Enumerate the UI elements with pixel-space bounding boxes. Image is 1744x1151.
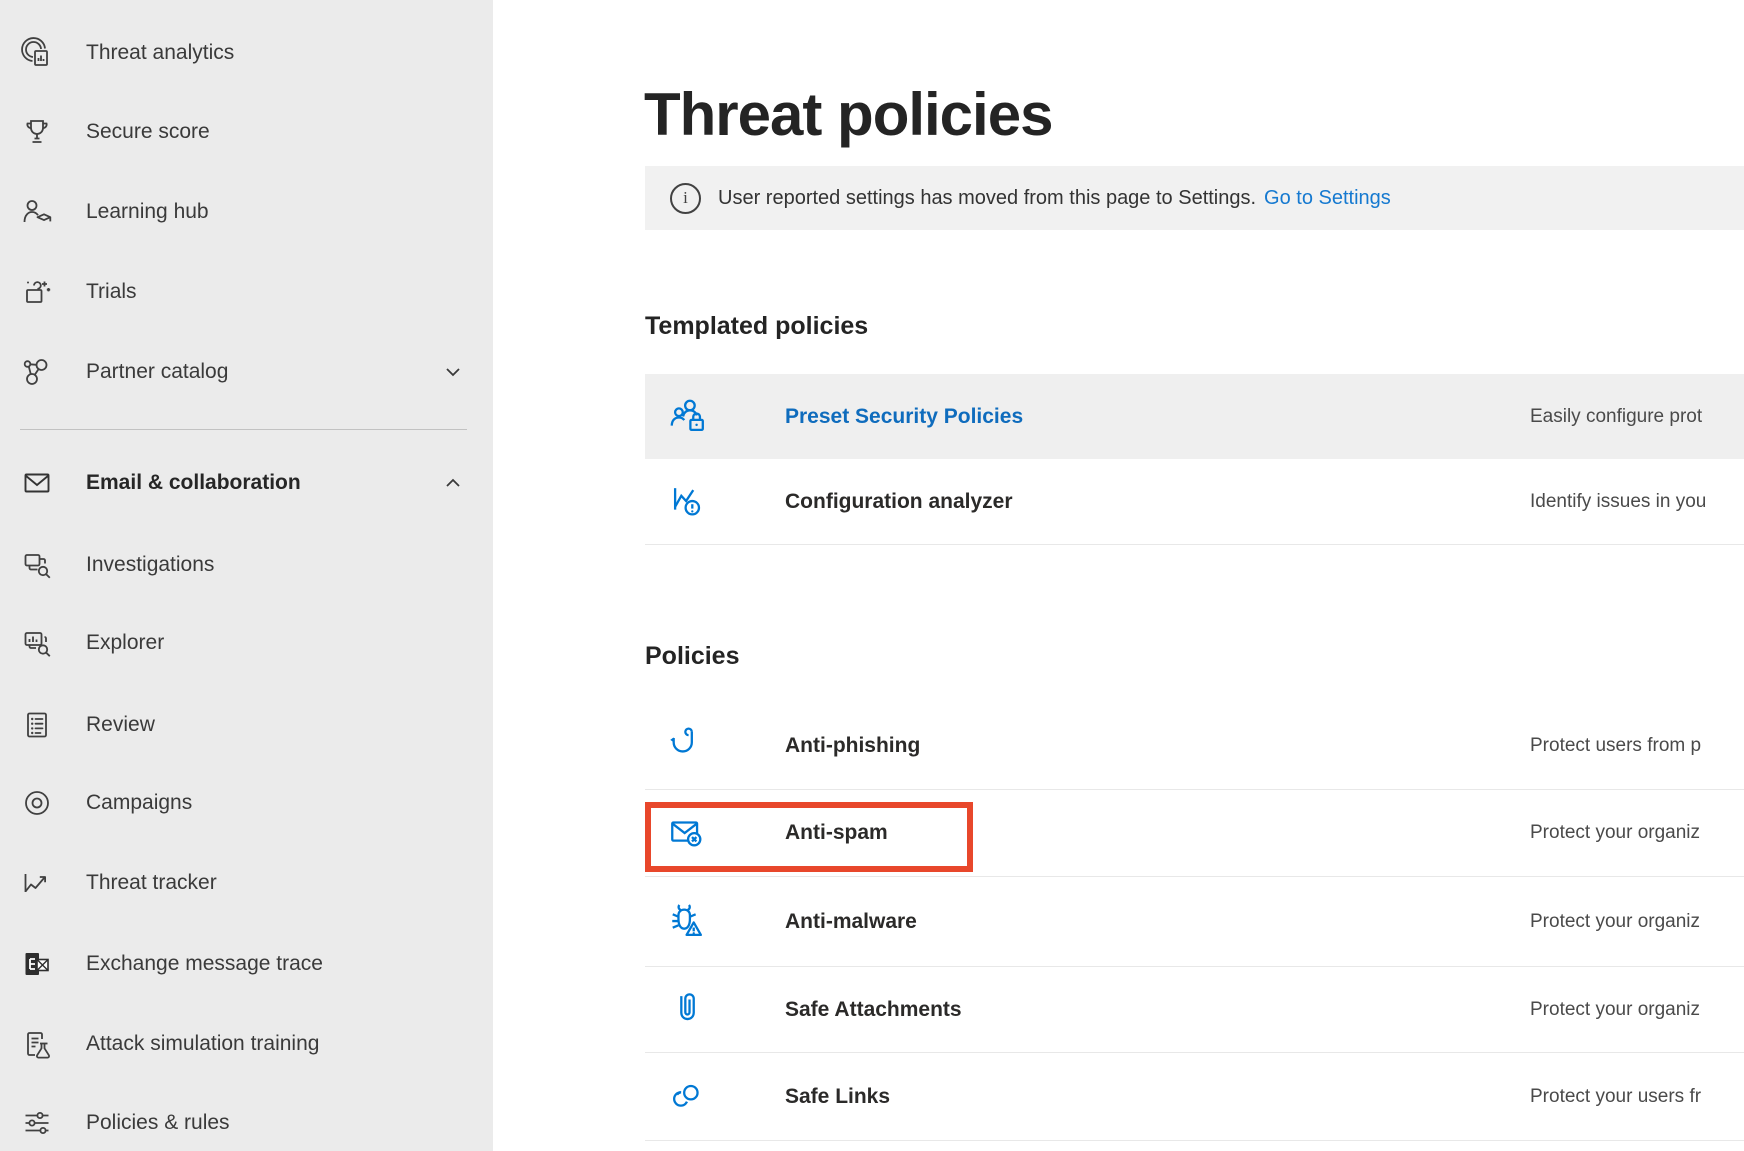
sidebar-item-policies-rules[interactable]: Policies & rules: [0, 1083, 493, 1151]
anti-spam-icon: [667, 812, 709, 854]
threat-policies-page: Threat analytics Secure score: [0, 0, 1744, 1151]
row-description: Identify issues in you: [1530, 491, 1706, 513]
sidebar-item-attack-simulation-training[interactable]: Attack simulation training: [0, 1004, 493, 1084]
sidebar-item-label: Partner catalog: [86, 360, 228, 384]
row-configuration-analyzer[interactable]: Configuration analyzer Identify issues i…: [645, 459, 1744, 545]
sidebar-item-label: Investigations: [86, 553, 214, 577]
sidebar-item-email-collaboration[interactable]: Email & collaboration: [0, 443, 493, 523]
row-safe-attachments[interactable]: Safe Attachments Protect your organiz: [645, 967, 1744, 1053]
attack-simulation-training-icon: [20, 1027, 54, 1061]
campaigns-icon: [20, 786, 54, 820]
main-content: Threat policies i User reported settings…: [493, 0, 1744, 1151]
sidebar-item-label: Learning hub: [86, 200, 209, 224]
sidebar-item-label: Threat tracker: [86, 871, 217, 895]
preset-security-policies-icon: [667, 396, 709, 438]
sidebar-item-investigations[interactable]: Investigations: [0, 525, 493, 605]
safe-attachments-icon: [667, 989, 709, 1031]
sidebar-item-label: Review: [86, 713, 155, 737]
row-label[interactable]: Anti-malware: [785, 910, 917, 934]
row-description: Protect users from p: [1530, 735, 1701, 757]
threat-tracker-icon: [20, 866, 54, 900]
sidebar-item-label: Trials: [86, 280, 137, 304]
sidebar-item-partner-catalog[interactable]: Partner catalog: [0, 332, 493, 412]
sidebar-item-label: Policies & rules: [86, 1111, 230, 1135]
row-label[interactable]: Safe Links: [785, 1085, 890, 1109]
section-heading-templated-policies: Templated policies: [645, 312, 868, 341]
page-title: Threat policies: [644, 80, 1052, 149]
sidebar-item-threat-tracker[interactable]: Threat tracker: [0, 843, 493, 923]
row-label[interactable]: Anti-spam: [785, 821, 888, 845]
row-label[interactable]: Configuration analyzer: [785, 490, 1013, 514]
row-description: Protect your users fr: [1530, 1086, 1701, 1108]
explorer-icon: [20, 626, 54, 660]
row-description: Protect your organiz: [1530, 911, 1700, 933]
secure-score-icon: [20, 115, 54, 149]
sidebar-item-learning-hub[interactable]: Learning hub: [0, 172, 493, 252]
sidebar-item-threat-analytics[interactable]: Threat analytics: [0, 13, 493, 93]
row-anti-phishing[interactable]: Anti-phishing Protect users from p: [645, 702, 1744, 790]
chevron-up-icon[interactable]: [443, 473, 463, 493]
row-preset-security-policies[interactable]: Preset Security Policies Easily configur…: [645, 374, 1744, 459]
row-description: Protect your organiz: [1530, 822, 1700, 844]
row-safe-links[interactable]: Safe Links Protect your users fr: [645, 1053, 1744, 1141]
anti-malware-icon: [667, 901, 709, 943]
sidebar-item-label: Explorer: [86, 631, 164, 655]
sidebar-item-secure-score[interactable]: Secure score: [0, 92, 493, 172]
investigations-icon: [20, 548, 54, 582]
safe-links-icon: [667, 1076, 709, 1118]
sidebar-item-campaigns[interactable]: Campaigns: [0, 763, 493, 843]
threat-analytics-icon: [20, 36, 54, 70]
sidebar-item-label: Email & collaboration: [86, 471, 301, 495]
sidebar-divider: [20, 429, 467, 430]
info-banner: i User reported settings has moved from …: [645, 166, 1744, 230]
go-to-settings-link[interactable]: Go to Settings: [1264, 187, 1391, 210]
sidebar-item-review[interactable]: Review: [0, 685, 493, 765]
partner-catalog-icon: [20, 355, 54, 389]
sidebar-item-label: Campaigns: [86, 791, 192, 815]
info-icon: i: [670, 183, 701, 214]
section-heading-policies: Policies: [645, 642, 740, 671]
row-anti-malware[interactable]: Anti-malware Protect your organiz: [645, 877, 1744, 967]
chevron-down-icon[interactable]: [443, 362, 463, 382]
sidebar-item-label: Exchange message trace: [86, 952, 323, 976]
review-icon: [20, 708, 54, 742]
banner-message: User reported settings has moved from th…: [718, 187, 1256, 210]
anti-phishing-icon: [667, 725, 709, 767]
row-description: Easily configure prot: [1530, 406, 1702, 428]
sidebar-item-trials[interactable]: Trials: [0, 252, 493, 332]
row-label[interactable]: Safe Attachments: [785, 998, 962, 1022]
sidebar-item-explorer[interactable]: Explorer: [0, 603, 493, 683]
exchange-message-trace-icon: [20, 947, 54, 981]
learning-hub-icon: [20, 195, 54, 229]
row-anti-spam[interactable]: Anti-spam Protect your organiz: [645, 790, 1744, 877]
sidebar-item-label: Attack simulation training: [86, 1032, 319, 1056]
configuration-analyzer-icon: [667, 481, 709, 523]
row-label[interactable]: Anti-phishing: [785, 734, 920, 758]
sidebar-item-label: Threat analytics: [86, 41, 234, 65]
sidebar: Threat analytics Secure score: [0, 0, 493, 1151]
sidebar-item-exchange-message-trace[interactable]: Exchange message trace: [0, 924, 493, 1004]
row-description: Protect your organiz: [1530, 999, 1700, 1021]
policies-rules-icon: [20, 1106, 54, 1140]
row-label[interactable]: Preset Security Policies: [785, 405, 1023, 429]
sidebar-item-label: Secure score: [86, 120, 210, 144]
email-collaboration-icon: [20, 466, 54, 500]
trials-icon: [20, 275, 54, 309]
